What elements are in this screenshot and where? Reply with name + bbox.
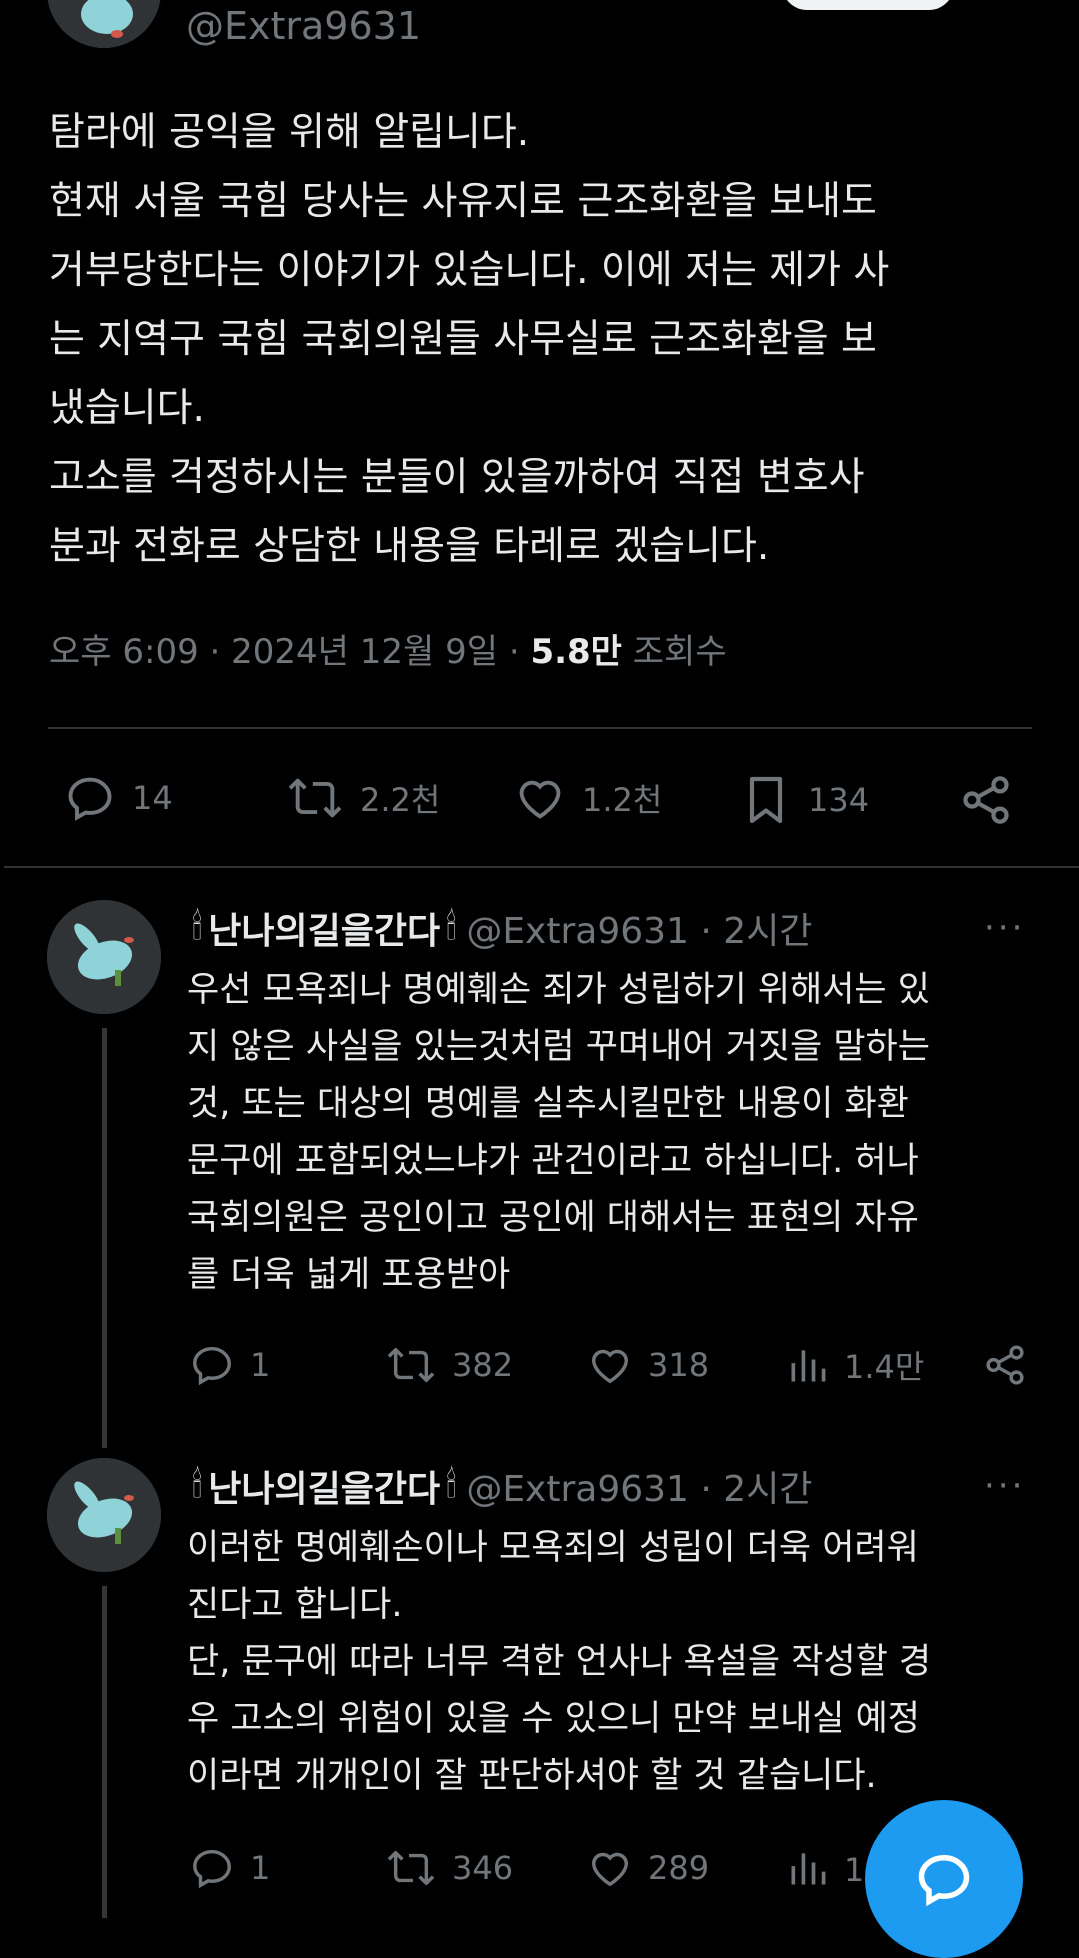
reply-header: 🕯 난나의길을간다 🕯 @Extra9631 · 2시간 <box>192 1460 812 1512</box>
reply-text: 이러한 명예훼손이나 모욕죄의 성립이 더욱 어려워 진다고 합니다. 단, 문… <box>187 1528 932 1796</box>
retweet-button[interactable]: 382 <box>384 1342 513 1388</box>
reply-button[interactable]: 1 <box>188 1845 270 1891</box>
thread-line <box>102 1028 107 1448</box>
like-button[interactable]: 289 <box>586 1845 709 1891</box>
follow-button[interactable] <box>782 0 954 10</box>
divider <box>4 866 1079 868</box>
rabbit-avatar-icon <box>47 0 161 48</box>
heart-icon <box>591 1852 629 1887</box>
share-button[interactable] <box>982 1342 1028 1388</box>
share-icon <box>963 776 1009 824</box>
views-icon <box>791 1853 826 1885</box>
thread-line <box>102 1586 107 1918</box>
retweet-button[interactable]: 2.2천 <box>284 772 440 824</box>
reply-icon <box>68 777 112 821</box>
heart-icon <box>519 780 561 819</box>
view-count-label: 조회수 <box>621 632 727 672</box>
compose-icon <box>918 1854 970 1907</box>
candle-emoji: 🕯 <box>446 907 457 948</box>
retweet-count: 346 <box>452 1849 514 1887</box>
like-count: 318 <box>648 1346 710 1384</box>
reply-avatar[interactable] <box>47 1458 161 1572</box>
reply-header: 🕯 난나의길을간다 🕯 @Extra9631 · 2시간 <box>192 902 812 954</box>
tweet-timestamp[interactable]: 오후 6:09 · 2024년 12월 9일 · <box>49 632 530 672</box>
candle-emoji: 🕯 <box>446 1465 457 1506</box>
reply-author-name[interactable]: 난나의길을간다 <box>208 1460 440 1512</box>
like-count: 1.2천 <box>582 781 663 819</box>
reply-button[interactable]: 1 <box>188 1342 270 1388</box>
reply-icon <box>193 1346 231 1386</box>
reply-count: 1 <box>250 1849 271 1887</box>
reply-author-name[interactable]: 난나의길을간다 <box>208 902 440 954</box>
retweet-count: 382 <box>452 1346 514 1384</box>
reply-text: 우선 모욕죄나 명예훼손 죄가 성립하기 위해서는 있 지 않은 사실을 있는것… <box>187 970 930 1295</box>
reply-button[interactable]: 14 <box>62 772 173 824</box>
more-options-button[interactable]: ··· <box>984 1466 1025 1506</box>
retweet-icon <box>387 1850 435 1886</box>
bookmark-icon <box>749 776 783 824</box>
retweet-icon <box>387 1347 435 1383</box>
like-count: 289 <box>648 1849 710 1887</box>
bookmark-button[interactable]: 134 <box>738 772 869 828</box>
share-icon <box>986 1345 1024 1385</box>
share-button[interactable] <box>958 772 1014 828</box>
reply-count: 1 <box>250 1346 271 1384</box>
retweet-count: 2.2천 <box>360 781 441 819</box>
rabbit-avatar-icon <box>47 1458 161 1572</box>
tweet-meta: 오후 6:09 · 2024년 12월 9일 · 5.8만 조회수 <box>49 624 727 673</box>
like-button[interactable]: 1.2천 <box>512 772 662 824</box>
reply-author-handle[interactable]: @Extra9631 · 2시간 <box>466 1460 812 1512</box>
retweet-icon <box>288 778 342 818</box>
views-count: 1.4만 <box>844 1348 925 1386</box>
bookmark-count: 134 <box>808 781 870 819</box>
compose-fab-button[interactable] <box>865 1800 1023 1958</box>
author-handle[interactable]: @Extra9631 <box>186 4 421 48</box>
rabbit-avatar-icon <box>47 900 161 1014</box>
reply-avatar[interactable] <box>47 900 161 1014</box>
candle-emoji: 🕯 <box>192 1465 203 1506</box>
candle-emoji: 🕯 <box>192 907 203 948</box>
reply-count: 14 <box>132 779 173 817</box>
heart-icon <box>591 1349 629 1384</box>
author-avatar[interactable] <box>47 0 161 48</box>
reply-author-handle[interactable]: @Extra9631 · 2시간 <box>466 902 812 954</box>
views-button[interactable]: 1.4만 <box>786 1342 924 1388</box>
views-icon <box>791 1350 826 1382</box>
reply-icon <box>193 1849 231 1889</box>
view-count[interactable]: 5.8만 <box>530 632 622 672</box>
divider <box>48 727 1032 729</box>
like-button[interactable]: 318 <box>586 1342 709 1388</box>
retweet-button[interactable]: 346 <box>384 1845 513 1891</box>
more-options-button[interactable]: ··· <box>984 908 1025 948</box>
tweet-text: 탐라에 공익을 위해 알립니다. 현재 서울 국힘 당사는 사유지로 근조화환을… <box>49 110 890 569</box>
